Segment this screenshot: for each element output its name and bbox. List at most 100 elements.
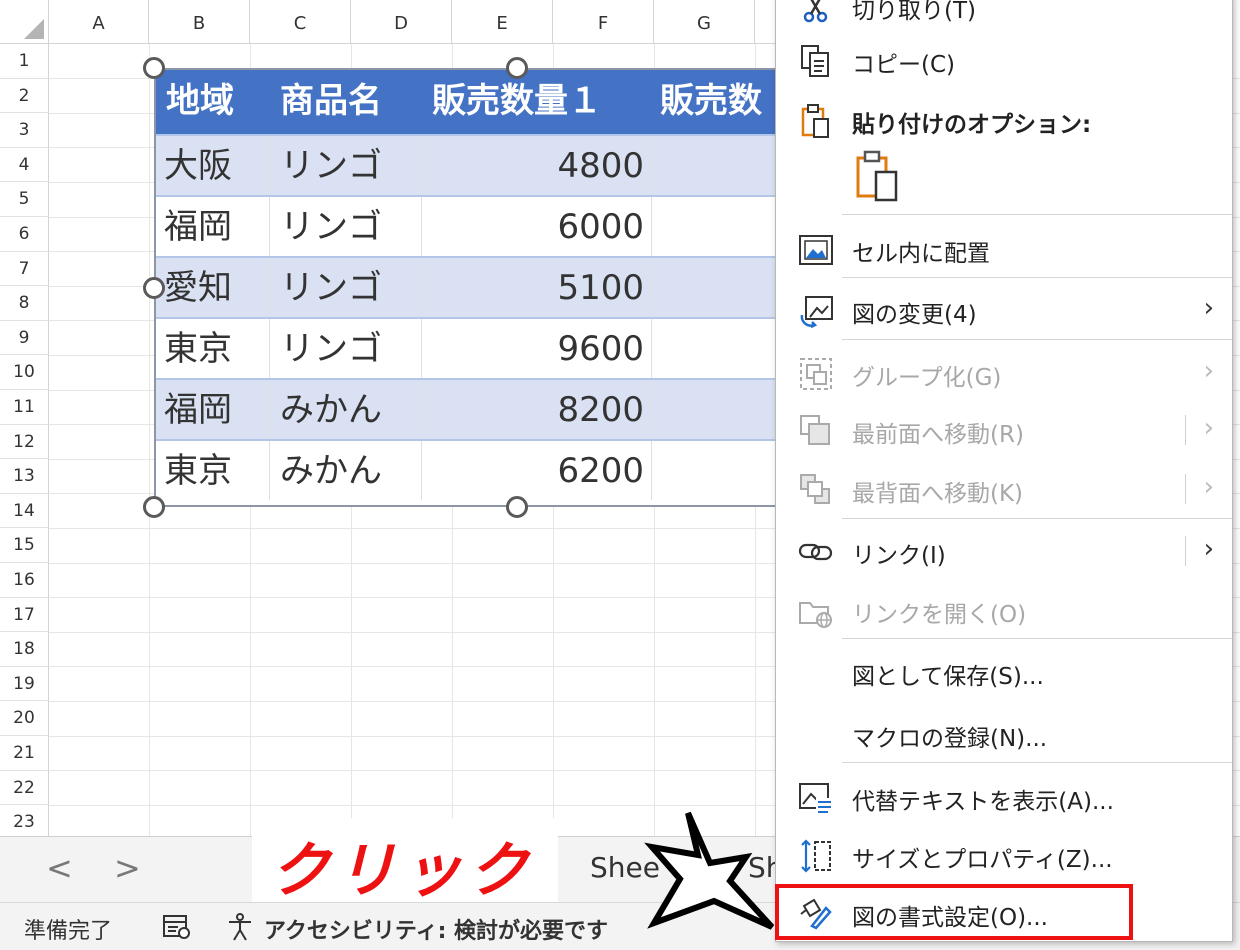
picture-row: 東京 リンゴ 9600 [156,317,792,378]
column-header-d[interactable]: D [351,0,452,44]
picture-column-separator [651,136,652,195]
submenu-arrow-icon: › [1203,472,1214,502]
resize-handle-bottom[interactable] [506,496,528,518]
picture-cell-region: 福岡 [164,207,232,247]
resize-handle-top[interactable] [506,57,528,79]
picture-column-separator [651,380,652,439]
row-header[interactable]: 11 [0,390,49,425]
link-icon [798,534,834,570]
row-header[interactable]: 1 [0,44,49,79]
menu-item-open-link[interactable]: リンクを開く(O) [776,581,1232,639]
row-header[interactable]: 9 [0,320,49,356]
menu-item-assign-macro[interactable]: マクロの登録(N)... [776,705,1232,763]
row-header[interactable]: 10 [0,355,49,390]
previous-sheet-button[interactable]: < [46,849,73,887]
column-header-c[interactable]: C [250,0,351,44]
row-header[interactable]: 18 [0,632,49,667]
menu-item-label: セル内に配置 [852,241,990,267]
menu-item-copy[interactable]: コピー(C) [776,31,1232,89]
menu-item-label: サイズとプロパティ(Z)... [852,847,1113,873]
table-picture[interactable]: 地域 商品名 販売数量１ 販売数 大阪 リンゴ 4800 福岡 リンゴ 6000… [154,68,794,507]
row-header[interactable]: 21 [0,736,49,771]
menu-item-change-picture[interactable]: 図の変更(4) › [776,281,1232,339]
row-header[interactable]: 2 [0,78,49,114]
menu-item-label: 代替テキストを表示(A)... [852,789,1114,815]
menu-item-place-in-cell[interactable]: セル内に配置 [776,220,1232,278]
row-header[interactable]: 8 [0,286,49,321]
picture-cell-quantity: 4800 [557,146,644,186]
picture-column-separator [421,258,422,317]
select-all-corner[interactable] [0,0,49,44]
menu-divider [842,214,1232,215]
submenu-arrow-icon: › [1203,356,1214,386]
menu-item-label: グループ化(G) [852,365,1002,391]
row-header[interactable]: 13 [0,459,49,494]
row-header[interactable]: 3 [0,113,49,148]
picture-row: 愛知 リンゴ 5100 [156,256,792,317]
column-header-e[interactable]: E [452,0,553,44]
menu-item-label: 図の変更(4) [852,302,977,328]
column-header-a[interactable]: A [49,0,149,44]
picture-cell-product: みかん [280,451,382,491]
picture-cell-quantity: 5100 [557,268,644,308]
menu-item-alt-text[interactable]: 代替テキストを表示(A)... [776,768,1232,826]
next-sheet-button[interactable]: > [114,849,141,887]
menu-item-size-properties[interactable]: サイズとプロパティ(Z)... [776,826,1232,884]
menu-item-bring-to-front[interactable]: 最前面へ移動(R) › [776,401,1232,459]
size-properties-icon [798,838,834,874]
menu-divider [842,638,1232,639]
picture-cell-quantity: 8200 [557,390,644,430]
row-header[interactable]: 22 [0,770,49,806]
row-header[interactable]: 16 [0,563,49,598]
picture-cell-region: 大阪 [164,146,232,186]
column-header-b[interactable]: B [149,0,250,44]
menu-item-label: マクロの登録(N)... [852,726,1048,752]
picture-column-separator [269,197,270,256]
menu-item-save-as-picture[interactable]: 図として保存(S)... [776,643,1232,701]
accessibility-icon[interactable] [226,912,256,942]
menu-item-label: リンクを開く(O) [852,602,1027,628]
split-separator [1185,415,1186,445]
menu-item-cut[interactable]: 切り取り(T) [776,0,1232,35]
picture-cell-product: リンゴ [280,146,382,186]
menu-item-link[interactable]: リンク(I) › [776,522,1232,580]
resize-handle-top-left[interactable] [143,57,165,79]
picture-column-separator [421,380,422,439]
row-header[interactable]: 6 [0,217,49,252]
submenu-arrow-icon: › [1203,413,1214,443]
menu-item-send-to-back[interactable]: 最背面へ移動(K) › [776,460,1232,518]
scissors-icon [798,0,834,25]
menu-divider [842,339,1232,340]
menu-item-label: リンク(I) [852,543,946,569]
submenu-arrow-icon: › [1203,293,1214,323]
group-icon [798,356,834,392]
resize-handle-left[interactable] [143,277,165,299]
picture-cell-region: 福岡 [164,390,232,430]
row-header[interactable]: 4 [0,147,49,183]
row-header[interactable]: 14 [0,493,49,529]
row-header[interactable]: 5 [0,182,49,217]
row-header[interactable]: 7 [0,251,49,287]
picture-column-separator [269,258,270,317]
click-annotation-text: クリック [270,836,534,906]
picture-header-cell: 商品名 [280,81,382,121]
resize-handle-bottom-left[interactable] [143,496,165,518]
accessibility-status[interactable]: アクセシビリティ: 検討が必要です [264,913,608,945]
row-header[interactable]: 12 [0,424,49,460]
picture-header-cell: 地域 [166,81,234,121]
row-header[interactable]: 15 [0,528,49,563]
column-header-f[interactable]: F [553,0,654,44]
paste-option-button[interactable] [854,150,900,202]
row-header[interactable]: 23 [0,805,49,840]
row-header[interactable]: 20 [0,701,49,736]
menu-item-label: 最背面へ移動(K) [852,481,1024,507]
picture-column-separator [421,441,422,500]
column-header-g[interactable]: G [654,0,755,44]
picture-column-separator [269,136,270,195]
row-header[interactable]: 19 [0,666,49,702]
picture-cell-product: リンゴ [280,268,382,308]
picture-row: 東京 みかん 6200 [156,439,792,500]
workbook-statistics-icon[interactable] [162,913,192,941]
row-header[interactable]: 17 [0,597,49,633]
menu-item-group[interactable]: グループ化(G) › [776,344,1232,402]
